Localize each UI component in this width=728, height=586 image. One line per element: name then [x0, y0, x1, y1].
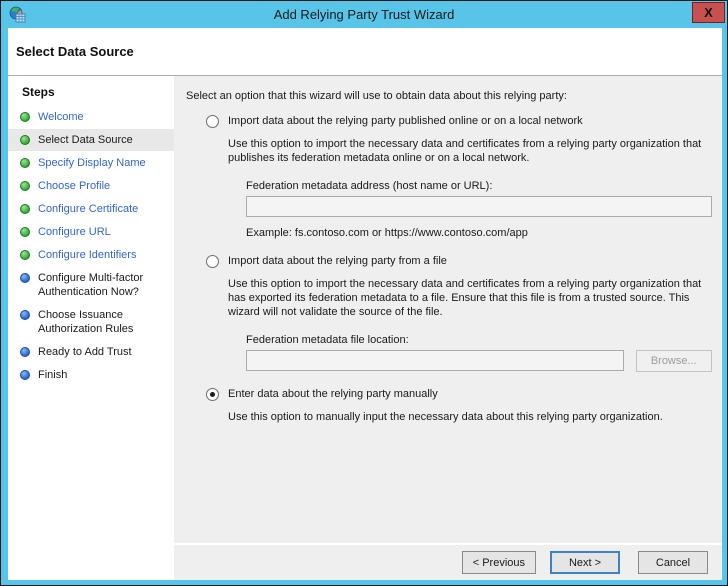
- step-label: Configure URL: [38, 225, 111, 239]
- radio-label[interactable]: Enter data about the relying party manua…: [228, 388, 438, 400]
- steps-list: Welcome Select Data Source Specify Displ…: [8, 106, 174, 386]
- step-item-configure-mfa: Configure Multi-factor Authentication No…: [8, 267, 174, 303]
- metadata-address-example: Example: fs.contoso.com or https://www.c…: [246, 227, 712, 239]
- metadata-address-input: [246, 196, 712, 217]
- steps-sidebar: Steps Welcome Select Data Source Specify…: [8, 76, 174, 580]
- content-panel: Select an option that this wizard will u…: [174, 76, 722, 543]
- step-bullet-icon: [20, 250, 30, 260]
- step-label: Choose Profile: [38, 179, 110, 193]
- option-description: Use this option to import the necessary …: [228, 137, 710, 165]
- step-label: Configure Identifiers: [38, 248, 136, 262]
- step-label: Configure Multi-factor Authentication No…: [38, 271, 170, 299]
- option-import-online: Import data about the relying party publ…: [206, 115, 712, 239]
- step-item-specify-display-name[interactable]: Specify Display Name: [8, 152, 174, 174]
- step-item-configure-identifiers[interactable]: Configure Identifiers: [8, 244, 174, 266]
- step-item-choose-profile[interactable]: Choose Profile: [8, 175, 174, 197]
- step-bullet-icon: [20, 310, 30, 320]
- step-item-select-data-source: Select Data Source: [8, 129, 174, 151]
- step-item-configure-certificate[interactable]: Configure Certificate: [8, 198, 174, 220]
- next-button[interactable]: Next >: [550, 551, 620, 574]
- step-item-ready-to-add-trust: Ready to Add Trust: [8, 341, 174, 363]
- cancel-button[interactable]: Cancel: [638, 551, 708, 574]
- step-label: Choose Issuance Authorization Rules: [38, 308, 170, 336]
- radio-label[interactable]: Import data about the relying party publ…: [228, 115, 583, 127]
- radio-import-file[interactable]: [206, 255, 219, 268]
- option-import-file: Import data about the relying party from…: [206, 255, 712, 372]
- page-title: Select Data Source: [8, 28, 722, 75]
- option-description: Use this option to manually input the ne…: [228, 410, 710, 424]
- titlebar: Add Relying Party Trust Wizard X: [1, 1, 727, 28]
- step-bullet-icon: [20, 158, 30, 168]
- step-label: Specify Display Name: [38, 156, 146, 170]
- option-enter-manually: Enter data about the relying party manua…: [206, 388, 712, 424]
- previous-button[interactable]: < Previous: [462, 551, 536, 574]
- step-bullet-icon: [20, 204, 30, 214]
- step-item-finish: Finish: [8, 364, 174, 386]
- step-bullet-icon: [20, 370, 30, 380]
- intro-text: Select an option that this wizard will u…: [186, 90, 712, 102]
- wizard-dialog: Select Data Source Steps Welcome Select …: [8, 28, 722, 580]
- step-label: Welcome: [38, 110, 84, 124]
- steps-header: Steps: [8, 81, 174, 106]
- step-bullet-icon: [20, 112, 30, 122]
- step-bullet-icon: [20, 135, 30, 145]
- step-item-choose-issuance-rules: Choose Issuance Authorization Rules: [8, 304, 174, 340]
- radio-label[interactable]: Import data about the relying party from…: [228, 255, 447, 267]
- step-label: Configure Certificate: [38, 202, 138, 216]
- footer-button-bar: < Previous Next > Cancel: [174, 545, 722, 580]
- step-label: Select Data Source: [38, 133, 133, 147]
- wizard-window: Add Relying Party Trust Wizard X Select …: [0, 0, 728, 586]
- step-label: Ready to Add Trust: [38, 345, 132, 359]
- step-label: Finish: [38, 368, 67, 382]
- close-button[interactable]: X: [692, 2, 725, 23]
- step-bullet-icon: [20, 273, 30, 283]
- step-item-configure-url[interactable]: Configure URL: [8, 221, 174, 243]
- metadata-address-label: Federation metadata address (host name o…: [246, 180, 712, 192]
- radio-import-online[interactable]: [206, 115, 219, 128]
- metadata-file-label: Federation metadata file location:: [246, 334, 712, 346]
- step-bullet-icon: [20, 347, 30, 357]
- step-bullet-icon: [20, 181, 30, 191]
- content-column: Select an option that this wizard will u…: [174, 76, 722, 580]
- option-description: Use this option to import the necessary …: [228, 277, 710, 319]
- browse-button: Browse...: [636, 350, 713, 372]
- window-title: Add Relying Party Trust Wizard: [1, 7, 727, 22]
- radio-enter-manually[interactable]: [206, 388, 219, 401]
- wizard-body: Steps Welcome Select Data Source Specify…: [8, 75, 722, 580]
- step-item-welcome[interactable]: Welcome: [8, 106, 174, 128]
- metadata-file-input: [246, 350, 624, 371]
- step-bullet-icon: [20, 227, 30, 237]
